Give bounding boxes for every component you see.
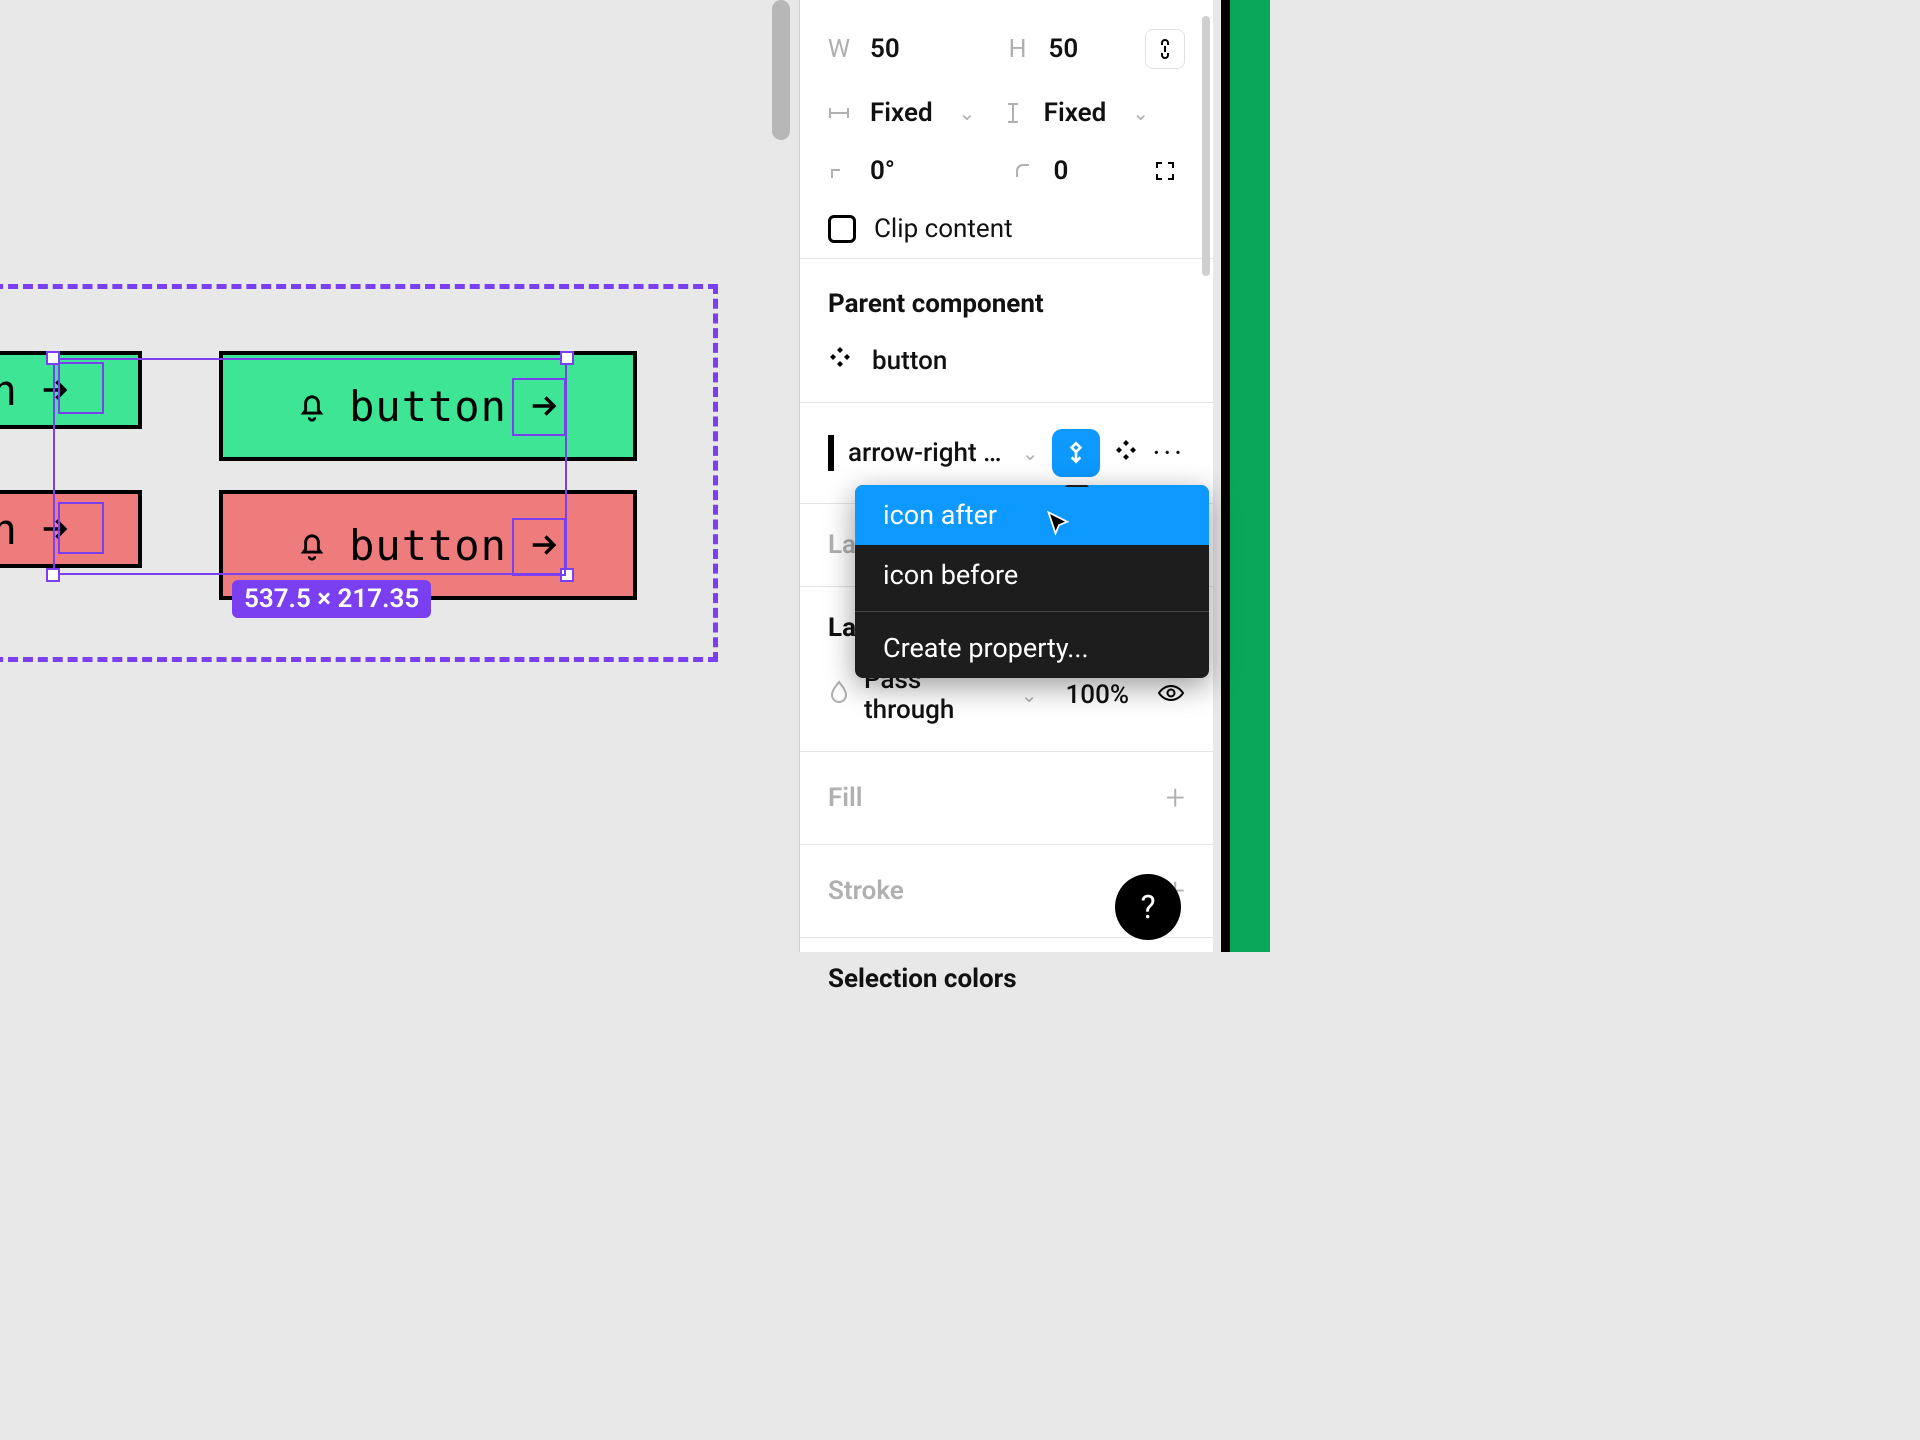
selection-handle-ne[interactable] [560,351,574,365]
height-label: H [1007,35,1029,64]
canvas[interactable]: button button button [0,0,798,952]
horizontal-resize-icon [828,106,850,120]
arrow-right-icon [38,373,72,407]
independent-corners-toggle[interactable] [1145,151,1185,191]
button-instance-green-small[interactable]: button [0,351,142,429]
rotation-input[interactable]: 0° [870,156,895,186]
selection-colors-title: Selection colors [800,964,1213,994]
chevron-down-icon: ⌄ [1132,101,1149,125]
selection-handle-nw[interactable] [46,351,60,365]
bell-icon [295,389,329,423]
button-instance-green-large[interactable]: button [219,351,637,461]
horizontal-resize-select[interactable]: Fixed [870,98,933,128]
vertical-resize-icon [1002,102,1024,124]
rotation-icon [828,161,850,181]
button-instance-red-small[interactable]: button [0,490,142,568]
component-icon [828,345,852,376]
dropdown-item-icon-before[interactable]: icon before [855,545,1209,605]
chevron-down-icon: ⌄ [959,101,976,125]
clip-content-checkbox[interactable] [828,215,856,243]
help-label: ? [1140,888,1155,926]
clip-content-label: Clip content [874,214,1013,244]
button-label: button [0,366,18,415]
button-label: button [0,505,18,554]
width-label: W [828,35,850,64]
dropdown-item-create-property[interactable]: Create property... [855,618,1209,678]
panel-scrollbar[interactable] [1202,16,1210,276]
window-border [1221,0,1230,952]
help-button[interactable]: ? [1115,874,1181,940]
chevron-down-icon: ⌄ [1021,683,1038,707]
apply-instance-swap-button[interactable] [1052,429,1100,477]
corner-radius-icon [1012,161,1034,181]
button-label: button [349,521,507,570]
selection-dimensions-label: 537.5 × 217.35 [232,580,431,618]
fill-section-title: Fill [828,783,863,813]
blend-mode-icon [828,679,850,712]
constrain-proportions-toggle[interactable] [1145,29,1185,69]
canvas-scrollbar[interactable] [772,0,790,140]
dropdown-item-icon-after[interactable]: icon after [855,485,1209,545]
component-set-icon[interactable] [1114,438,1138,469]
property-dropdown: icon after icon before Create property..… [855,485,1209,678]
corner-radius-input[interactable]: 0 [1054,156,1069,186]
selection-handle-se[interactable] [560,568,574,582]
selection-handle-sw[interactable] [46,568,60,582]
vertical-resize-select[interactable]: Fixed [1044,98,1107,128]
app-background-strip [1230,0,1270,952]
opacity-input[interactable]: 100% [1066,680,1129,710]
arrow-right-icon [527,389,561,423]
parent-component-name[interactable]: button [872,346,947,376]
width-input[interactable]: 50 [870,34,900,64]
instance-icon [828,438,834,468]
button-label: button [349,382,507,431]
more-options-button[interactable]: ··· [1152,436,1185,471]
parent-component-title: Parent component [800,289,1213,319]
dropdown-separator [855,611,1209,612]
stroke-section-title: Stroke [828,876,904,906]
chevron-down-icon: ⌄ [1022,441,1039,465]
visibility-toggle[interactable] [1157,680,1185,710]
instance-swap-select[interactable]: arrow-right … [848,438,1002,468]
bell-icon [295,528,329,562]
arrow-right-icon [38,512,72,546]
add-fill-button[interactable]: + [1166,778,1185,818]
properties-panel: W 50 H 50 Fixed ⌄ [799,0,1213,952]
height-input[interactable]: 50 [1049,34,1079,64]
arrow-right-icon [527,528,561,562]
